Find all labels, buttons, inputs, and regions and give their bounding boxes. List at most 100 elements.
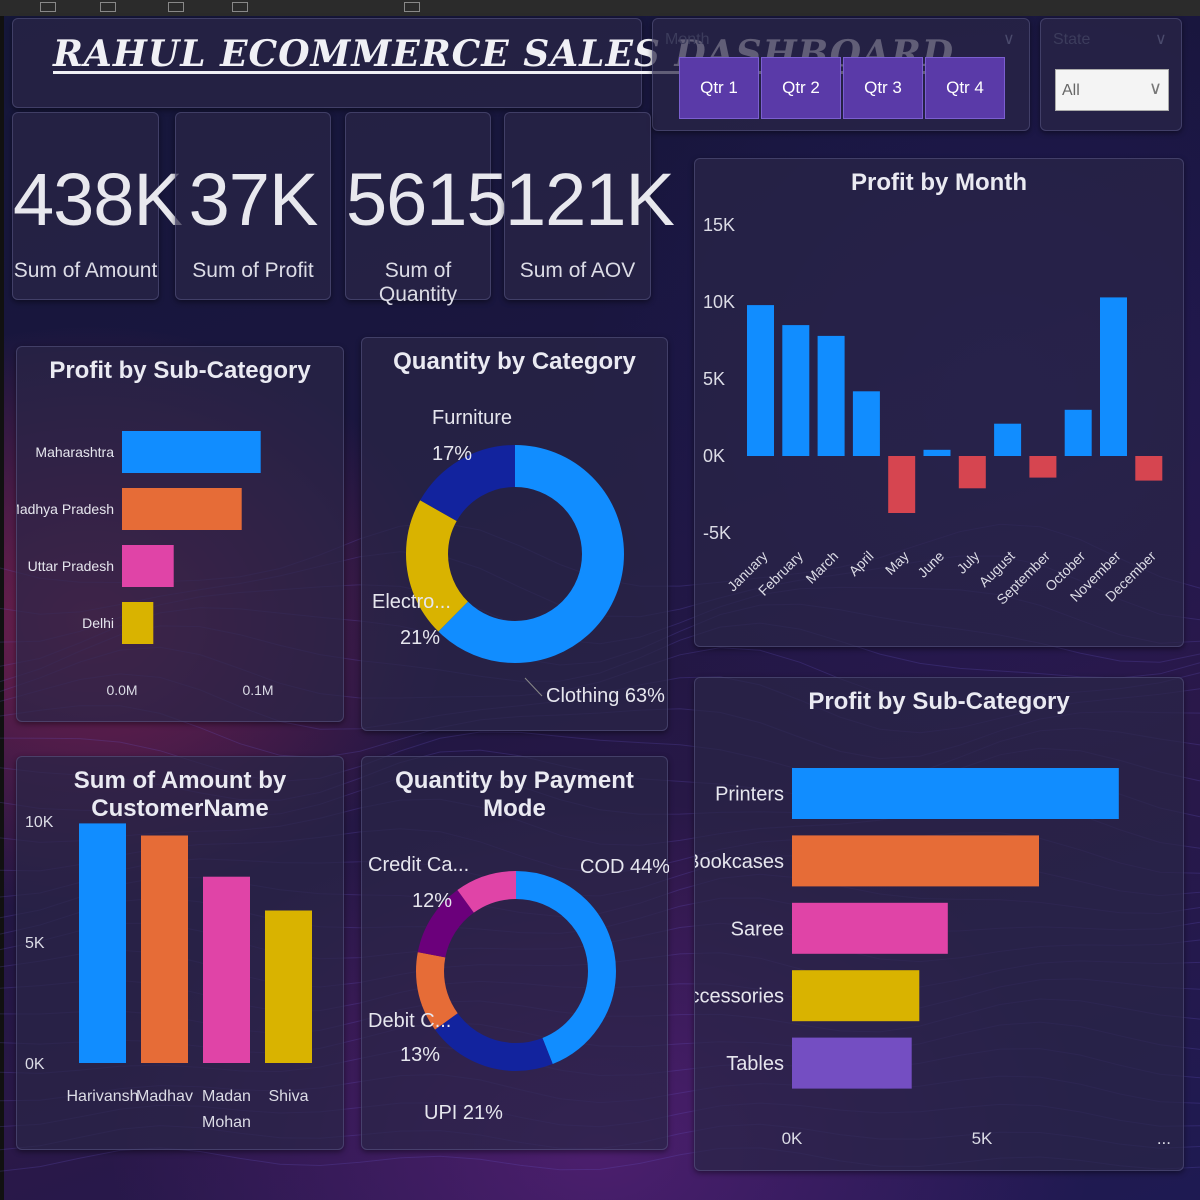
chart-amount-by-customer[interactable]: Sum of Amount by CustomerName 10K 5K 0K Har… — [16, 756, 344, 1150]
bar — [1100, 297, 1127, 456]
slice-pct: 21% — [400, 627, 440, 649]
y-tick-label: 10K — [25, 814, 54, 831]
chart-quantity-by-category[interactable]: Quantity by Category Furniture 17% Electro… — [361, 337, 668, 731]
kpi-value: 5615 — [346, 158, 508, 241]
quarter-slicer: Month ∨ Qtr 1 Qtr 2 Qtr 3 Qtr 4 — [652, 18, 1030, 131]
category-label: Shiva — [268, 1088, 308, 1105]
category-label: Bookcases — [695, 851, 784, 873]
bar — [1135, 456, 1163, 481]
slice-label: Electro... — [372, 591, 451, 613]
bar — [923, 449, 951, 456]
kpi-value: 121K — [505, 158, 675, 241]
qtr-4-button[interactable]: Qtr 4 — [925, 57, 1005, 119]
category-label: Harivansh — [66, 1088, 138, 1105]
slice-label: Furniture — [432, 407, 512, 429]
y-tick-label: 0K — [25, 1056, 45, 1073]
bar — [122, 488, 242, 530]
bar — [122, 545, 174, 587]
slice-label: Credit Ca... — [368, 854, 469, 876]
bar — [747, 305, 774, 456]
y-tick-label: 15K — [703, 215, 735, 235]
quarter-slicer-label: Month — [665, 31, 710, 48]
profit-by-subcategory-plot: Printers Bookcases Saree Accessories Tables 0… — [695, 768, 1171, 1148]
bar — [792, 1037, 912, 1089]
quantity-by-category-plot: Furniture 17% Electro... 21% Clothing 63% — [372, 407, 665, 707]
category-label: Accessories — [695, 986, 784, 1008]
qtr-2-button[interactable]: Qtr 2 — [761, 57, 841, 119]
profit-by-month-plot: 15K10K5K0K-5KJanuaryFebruaryMarch April Ma… — [703, 215, 1163, 608]
category-label: Printers — [715, 784, 784, 806]
kpi-label: Sum of Quantity — [378, 259, 458, 306]
state-dropdown-value: All — [1062, 82, 1080, 99]
state-dropdown[interactable]: All ∨ — [1055, 69, 1169, 111]
bar — [203, 876, 250, 1063]
bar — [79, 823, 126, 1063]
category-label: Tables — [726, 1053, 784, 1075]
y-tick-label: 10K — [703, 292, 735, 312]
qtr-1-button[interactable]: Qtr 1 — [679, 57, 759, 119]
tick-label: 0.0M — [106, 682, 137, 698]
chart-profit-by-subcategory[interactable]: Profit by Sub-Category Printers Bookcases… — [694, 677, 1184, 1171]
title-card: RAHUL ECOMMERCE SALES DASHBOARD — [12, 18, 955, 108]
chevron-down-icon[interactable]: ∨ — [1155, 29, 1167, 49]
slice-label: Debit C... — [368, 1010, 451, 1032]
y-tick-label: 5K — [25, 935, 45, 952]
kpi-value: 438K — [13, 158, 183, 241]
kpi-label: Sum of Amount — [13, 259, 158, 282]
bar — [792, 902, 948, 954]
chart-profit-by-month[interactable]: Profit by Month 15K 10K 5K 0K -5K January Febr… — [694, 158, 1184, 647]
bar — [122, 431, 261, 473]
y-tick-label: -5K — [703, 523, 731, 543]
kpi-card-profit[interactable]: 37K Sum of Profit — [175, 112, 331, 300]
more-indicator: ... — [1157, 1129, 1171, 1148]
state-slicer-label: State — [1053, 31, 1091, 48]
bar — [852, 391, 880, 456]
bar — [888, 456, 916, 513]
kpi-value: 37K — [188, 158, 319, 241]
category-label: Madhya Pradesh — [17, 501, 114, 517]
chevron-down-icon[interactable]: ∨ — [1003, 29, 1015, 49]
month-label: May — [882, 548, 912, 578]
slice-pct: 12% — [412, 890, 452, 912]
bar — [792, 768, 1119, 819]
state-slicer: State ∨ All ∨ — [1040, 18, 1182, 131]
slice-label: COD 44% — [580, 856, 669, 878]
category-label: Mohan — [202, 1114, 251, 1131]
chevron-down-icon: ∨ — [1148, 78, 1162, 98]
tick-label: 0K — [782, 1129, 803, 1148]
chart-profit-by-state[interactable]: Profit by Sub-Category Maharashtra Madhya… — [16, 346, 344, 722]
month-label: July — [953, 548, 982, 577]
bar — [817, 335, 845, 456]
month-label: March — [802, 548, 841, 587]
bar — [1064, 409, 1092, 456]
category-label: Madhav — [136, 1088, 193, 1105]
y-tick-label: 5K — [703, 369, 725, 389]
kpi-card-quantity[interactable]: 5615 Sum of Quantity — [345, 112, 508, 306]
slice-label: Clothing 63% — [546, 685, 665, 707]
bar — [958, 456, 986, 489]
kpi-card-amount[interactable]: 438K Sum of Amount — [12, 112, 183, 300]
bar — [141, 835, 188, 1063]
slice-pct: 13% — [400, 1044, 440, 1066]
category-label: Delhi — [82, 615, 114, 631]
amount-by-customer-plot: 10K 5K 0K HarivanshMadhav Madan Mohan Shiva — [25, 814, 312, 1131]
category-label: Saree — [731, 918, 784, 940]
slice-pct: 17% — [432, 443, 472, 465]
kpi-label: Sum of Profit — [192, 259, 314, 282]
bar — [994, 423, 1022, 456]
category-label: Madan — [202, 1088, 251, 1105]
kpi-card-aov[interactable]: 121K Sum of AOV — [504, 112, 675, 300]
profit-by-state-plot: Maharashtra Madhya Pradesh Uttar Pradesh De… — [17, 431, 274, 698]
kpi-label: Sum of AOV — [519, 259, 636, 282]
tick-label: 5K — [972, 1129, 993, 1148]
page-title: RAHUL ECOMMERCE SALES DASHBOARD — [53, 33, 955, 75]
category-label: Uttar Pradesh — [28, 558, 114, 574]
bar — [1029, 456, 1057, 478]
month-label: June — [914, 548, 947, 581]
qtr-3-button[interactable]: Qtr 3 — [843, 57, 923, 119]
month-label: April — [845, 548, 876, 579]
tick-label: 0.1M — [242, 682, 273, 698]
slice-label: UPI 21% — [424, 1102, 503, 1124]
chart-quantity-by-payment[interactable]: Quantity by Payment Mode COD 44% UPI 21% D… — [361, 756, 669, 1150]
y-tick-label: 0K — [703, 446, 725, 466]
